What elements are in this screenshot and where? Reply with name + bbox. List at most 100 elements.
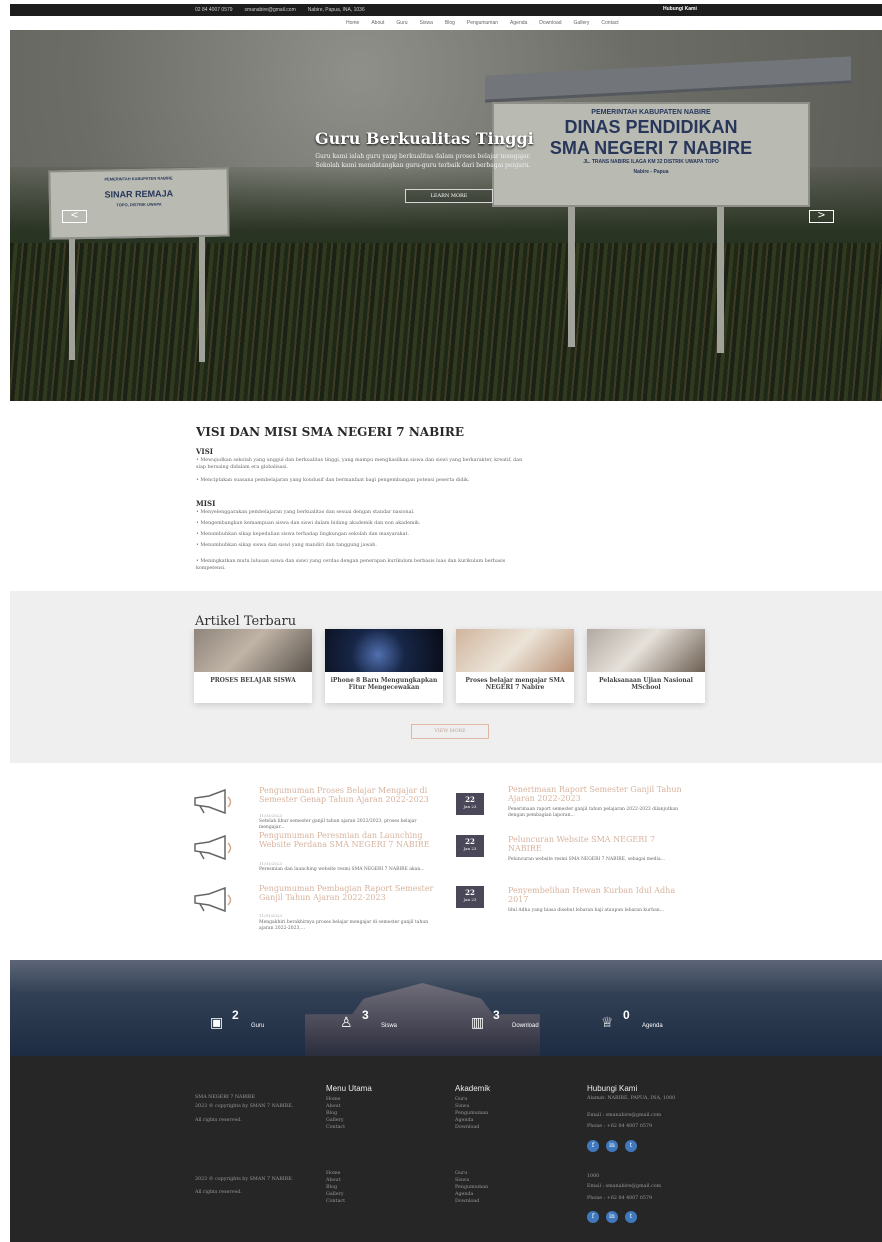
article-title[interactable]: Pelaksanaan Ujian Nasional MSchool	[587, 672, 705, 691]
stat-label: Agenda	[642, 1023, 663, 1029]
article-card[interactable]: Pelaksanaan Ujian Nasional MSchool	[587, 629, 705, 703]
footer-menu-gallery[interactable]: Gallery	[326, 1117, 344, 1124]
nav-pengumuman[interactable]: Pengumuman	[467, 20, 498, 26]
nav-siswa[interactable]: Siswa	[420, 20, 433, 26]
event-date: 22 Jan 23	[456, 886, 484, 908]
footer-akademik-agenda[interactable]: Agenda	[455, 1117, 473, 1124]
email-text[interactable]: smanabire@gmail.com	[245, 7, 296, 13]
nav-agenda[interactable]: Agenda	[510, 20, 527, 26]
visi-line: • Mewujudkan sekolah yang unggul dan ber…	[196, 458, 523, 470]
learn-more-button[interactable]: LEARN MORE	[405, 189, 493, 203]
announcement-title[interactable]: Pengumuman Pembagian Raport Semester Gan…	[259, 884, 442, 902]
announcement-date: 11/01/2023	[259, 913, 283, 918]
nav-home[interactable]: Home	[346, 20, 359, 26]
stat-number: 3	[493, 1008, 500, 1022]
footer-menu2-home[interactable]: Home	[326, 1170, 340, 1177]
footer-address: Alamat: NABIRE, PAPUA, INA, 1000	[587, 1096, 676, 1101]
announcement-date: 11/01/2023	[259, 861, 283, 866]
nav-download[interactable]: Download	[539, 20, 561, 26]
contact-link[interactable]: Hubungi Kami	[663, 6, 697, 12]
footer-phone-repeat[interactable]: Phone : +62 84 4007 0579	[587, 1196, 705, 1202]
sign-right-line4: JL. TRANS NABIRE ILAGA KM 32 DISTRIK UWA…	[583, 159, 719, 165]
footer-akademik2-siswa[interactable]: Siswa	[455, 1177, 469, 1184]
event-title[interactable]: Peluncuran Website SMA NEGERI 7 NABIRE	[508, 835, 691, 853]
sign-pole-left	[69, 235, 75, 360]
event-title[interactable]: Penerimaan Raport Semester Ganjil Tahun …	[508, 785, 691, 803]
nav-blog[interactable]: Blog	[445, 20, 455, 26]
article-title[interactable]: iPhone 8 Baru Mengungkapkan Fitur Mengec…	[325, 672, 443, 691]
announcement-title[interactable]: Pengumuman Peresmian dan Launching Websi…	[259, 831, 442, 849]
article-title[interactable]: Proses belajar mengajar SMA NEGERI 7 Nab…	[456, 672, 574, 691]
article-card[interactable]: Proses belajar mengajar SMA NEGERI 7 Nab…	[456, 629, 574, 703]
footer-phone[interactable]: Phone : +62 84 4007 0579	[587, 1124, 705, 1130]
footer: SMA NEGERI 7 NABIRE 2023 © copyrights by…	[10, 1056, 882, 1242]
footer-menu-home[interactable]: Home	[326, 1096, 340, 1103]
slider-next-button[interactable]: >	[809, 210, 834, 223]
stat-label: Guru	[251, 1023, 265, 1029]
event-month: Jan 23	[463, 804, 477, 809]
nav-contact[interactable]: Contact	[601, 20, 618, 26]
event-desc: Peluncuran website resmi SMA NEGERI 7 NA…	[508, 857, 665, 862]
misi-line: • Menumbuhkan sikap kepedulian siswa ter…	[196, 532, 409, 537]
footer-menu-contact[interactable]: Contact	[326, 1124, 345, 1131]
article-image	[194, 629, 312, 672]
event-date: 22 Jan 23	[456, 835, 484, 857]
footer-akademik2-agenda[interactable]: Agenda	[455, 1191, 473, 1198]
misi-line: • Mengembangkan kemampuan siswa dan sisw…	[196, 521, 421, 526]
stats-section: ▣ 2 Guru ♙ 3 Siswa ▥ 3 Download ♕ 0 Agenda	[10, 960, 882, 1056]
stat-agenda: ♕ 0 Agenda	[601, 1008, 663, 1030]
trophy-icon: ♕	[601, 1014, 614, 1030]
stat-number: 3	[362, 1008, 369, 1022]
book-icon: ▥	[471, 1014, 485, 1030]
misi-heading: MISI	[196, 499, 216, 508]
footer-akademik2-pengumuman[interactable]: Pengumuman	[455, 1184, 488, 1191]
footer-email-repeat[interactable]: Email : smanabire@gmail.com	[587, 1184, 705, 1190]
footer-menu-about[interactable]: About	[326, 1103, 340, 1110]
linkedin-icon[interactable]: in	[606, 1140, 618, 1152]
nav-gallery[interactable]: Gallery	[574, 20, 590, 26]
visi-heading: VISI	[196, 447, 214, 456]
footer-email[interactable]: Email : smanabire@gmail.com	[587, 1113, 705, 1119]
footer-akademik-pengumuman[interactable]: Pengumuman	[455, 1110, 488, 1117]
footer-menu2-blog[interactable]: Blog	[326, 1184, 337, 1191]
facebook-icon[interactable]: f	[587, 1140, 599, 1152]
misi-line: • Meningkatkan mutu lulusan siswa dan si…	[196, 559, 506, 571]
footer-menu2-contact[interactable]: Contact	[326, 1198, 345, 1205]
article-card[interactable]: iPhone 8 Baru Mengungkapkan Fitur Mengec…	[325, 629, 443, 703]
sign-left-line1: PEMERINTAH KABUPATEN NABIRE	[104, 175, 173, 182]
nav-guru[interactable]: Guru	[396, 20, 407, 26]
hero-subtitle: Guru kami ialah guru yang berkualitas da…	[315, 153, 531, 169]
footer-akademik-guru[interactable]: Guru	[455, 1096, 467, 1103]
announcement-title[interactable]: Pengumuman Proses Belajar Mengajar di Se…	[259, 786, 442, 804]
articles-title: Artikel Terbaru	[195, 614, 297, 629]
footer-menu-blog[interactable]: Blog	[326, 1110, 337, 1117]
facebook-icon[interactable]: f	[587, 1211, 599, 1223]
phone-text[interactable]: 02 84 4007 0579	[195, 7, 233, 13]
megaphone-icon	[194, 788, 232, 815]
announcement-desc: Mengakhiri berakhirnya proses belajar me…	[259, 920, 429, 931]
sign-right-line2: DINAS PENDIDIKAN	[564, 117, 738, 137]
article-title[interactable]: PROSES BELAJAR SISWA	[194, 672, 312, 684]
article-card[interactable]: PROSES BELAJAR SISWA	[194, 629, 312, 703]
footer-akademik2-download[interactable]: Download	[455, 1198, 479, 1205]
megaphone-icon	[194, 834, 232, 861]
twitter-icon[interactable]: t	[625, 1211, 637, 1223]
event-date: 22 Jan 23	[456, 793, 484, 815]
address-text: Nabire, Papua, INA, 1036	[307, 7, 365, 13]
footer-akademik-siswa[interactable]: Siswa	[455, 1103, 469, 1110]
event-desc: Penerimaan raport semester ganjil tahun …	[508, 807, 678, 818]
announcement-desc: Setelah libur semester ganjil tahun ajar…	[259, 819, 417, 830]
school-sign-right: PEMERINTAH KABUPATEN NABIRE DINAS PENDID…	[492, 102, 810, 207]
footer-menu2-gallery[interactable]: Gallery	[326, 1191, 344, 1198]
slider-prev-button[interactable]: <	[62, 210, 87, 223]
twitter-icon[interactable]: t	[625, 1140, 637, 1152]
footer-akademik-download[interactable]: Download	[455, 1124, 479, 1131]
view-more-button[interactable]: VIEW MORE	[411, 724, 489, 739]
event-title[interactable]: Penyembelihan Hewan Kurban Idul Adha 201…	[508, 886, 691, 904]
footer-menu2-about[interactable]: About	[326, 1177, 340, 1184]
footer-akademik2-guru[interactable]: Guru	[455, 1170, 467, 1177]
event-day: 22	[465, 837, 475, 846]
linkedin-icon[interactable]: in	[606, 1211, 618, 1223]
event-day: 22	[465, 888, 475, 897]
nav-about[interactable]: About	[371, 20, 384, 26]
